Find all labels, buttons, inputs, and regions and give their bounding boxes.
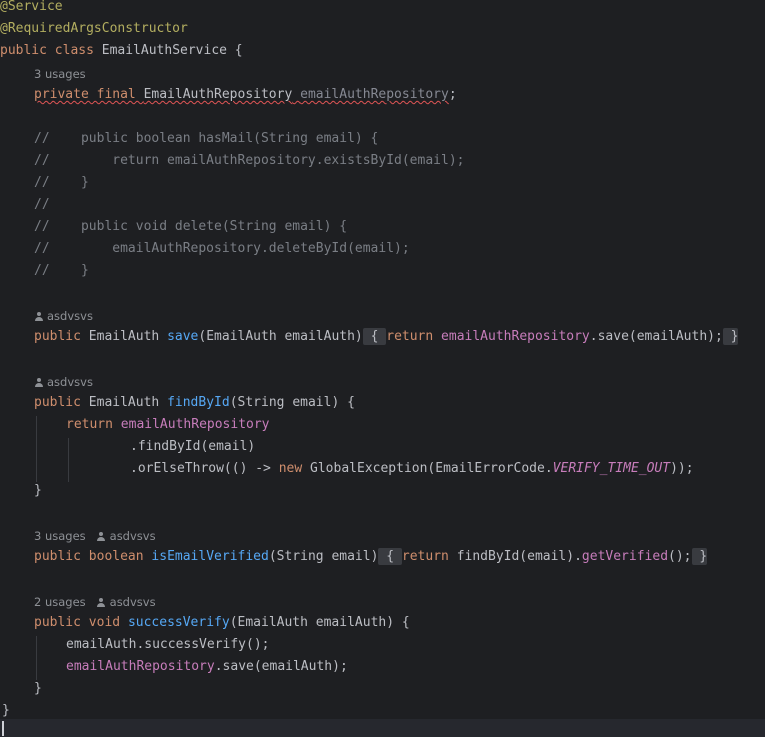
indent-guide [36, 416, 37, 482]
type-name: EmailAuthRepository [143, 87, 293, 102]
keyword: private final [34, 87, 144, 102]
author-icon [97, 532, 106, 541]
code-line: return emailAuthRepository [66, 417, 270, 432]
code-line: emailAuth.successVerify(); [66, 637, 270, 652]
keyword: public class [0, 43, 102, 58]
folded-region[interactable]: { [378, 548, 402, 565]
code-line: public boolean isEmailVerified(String em… [34, 548, 708, 565]
comment-line: // [34, 197, 50, 212]
code-line: public EmailAuth findById(String email) … [34, 395, 355, 410]
code-line: public EmailAuth save(EmailAuth emailAut… [34, 328, 739, 345]
code-line: public void successVerify(EmailAuth emai… [34, 615, 410, 630]
code-line: @Service [0, 0, 765, 18]
code-line: } [34, 681, 42, 696]
method-name[interactable]: successVerify [128, 615, 230, 630]
author-hint[interactable]: asdvsvs [47, 375, 93, 389]
comment-line: // } [34, 263, 89, 278]
method-name[interactable]: save [167, 329, 198, 344]
method-name[interactable]: isEmailVerified [151, 549, 268, 564]
code-line: private final EmailAuthRepository emailA… [34, 87, 457, 102]
annotation: @RequiredArgsConstructor [0, 21, 188, 36]
author-hint[interactable]: asdvsvs [47, 309, 93, 323]
usages-hint[interactable]: 2 usages [34, 595, 86, 609]
comment-line: // } [34, 175, 89, 190]
author-icon [97, 598, 106, 607]
indent-guide [36, 636, 37, 680]
usages-hint[interactable]: 3 usages [34, 529, 86, 543]
usages-hint[interactable]: 3 usages [34, 67, 86, 81]
inlay-hint[interactable]: 2 usages asdvsvs [34, 594, 765, 610]
inlay-hint[interactable]: asdvsvs [34, 374, 765, 390]
method-name[interactable]: findById [167, 395, 230, 410]
folded-region[interactable]: } [722, 328, 739, 345]
brace: { [226, 43, 243, 58]
comment-line: // emailAuthRepository.deleteById(email)… [34, 241, 410, 256]
comment-line: // public boolean hasMail(String email) … [34, 131, 379, 146]
inlay-hint[interactable]: asdvsvs [34, 308, 765, 324]
code-line: emailAuthRepository.save(emailAuth); [66, 659, 348, 674]
author-icon [34, 312, 43, 321]
folded-region[interactable]: { [362, 328, 387, 345]
code-line: .orElseThrow(() -> new GlobalException(E… [130, 461, 694, 476]
class-name: EmailAuthService [101, 43, 227, 58]
code-line: } [34, 483, 42, 498]
annotation: @Service [0, 0, 63, 14]
author-icon [34, 378, 43, 387]
code-line: public class EmailAuthService { [0, 40, 765, 62]
code-line: .findById(email) [130, 439, 256, 454]
comment-line: // return emailAuthRepository.existsById… [34, 153, 465, 168]
code-line: @RequiredArgsConstructor [0, 18, 765, 40]
author-hint[interactable]: asdvsvs [110, 529, 156, 543]
indent-guide [68, 438, 69, 482]
current-line-highlight [0, 719, 765, 737]
folded-region[interactable]: } [691, 548, 708, 565]
author-hint[interactable]: asdvsvs [110, 595, 156, 609]
comment-line: // public void delete(String email) { [34, 219, 348, 234]
inlay-hint[interactable]: 3 usages [34, 66, 765, 82]
inlay-hint[interactable]: 3 usages asdvsvs [34, 528, 765, 544]
text-caret [2, 721, 4, 736]
code-editor[interactable]: @Service @RequiredArgsConstructor public… [0, 0, 765, 737]
field-name: emailAuthRepository [300, 87, 449, 102]
